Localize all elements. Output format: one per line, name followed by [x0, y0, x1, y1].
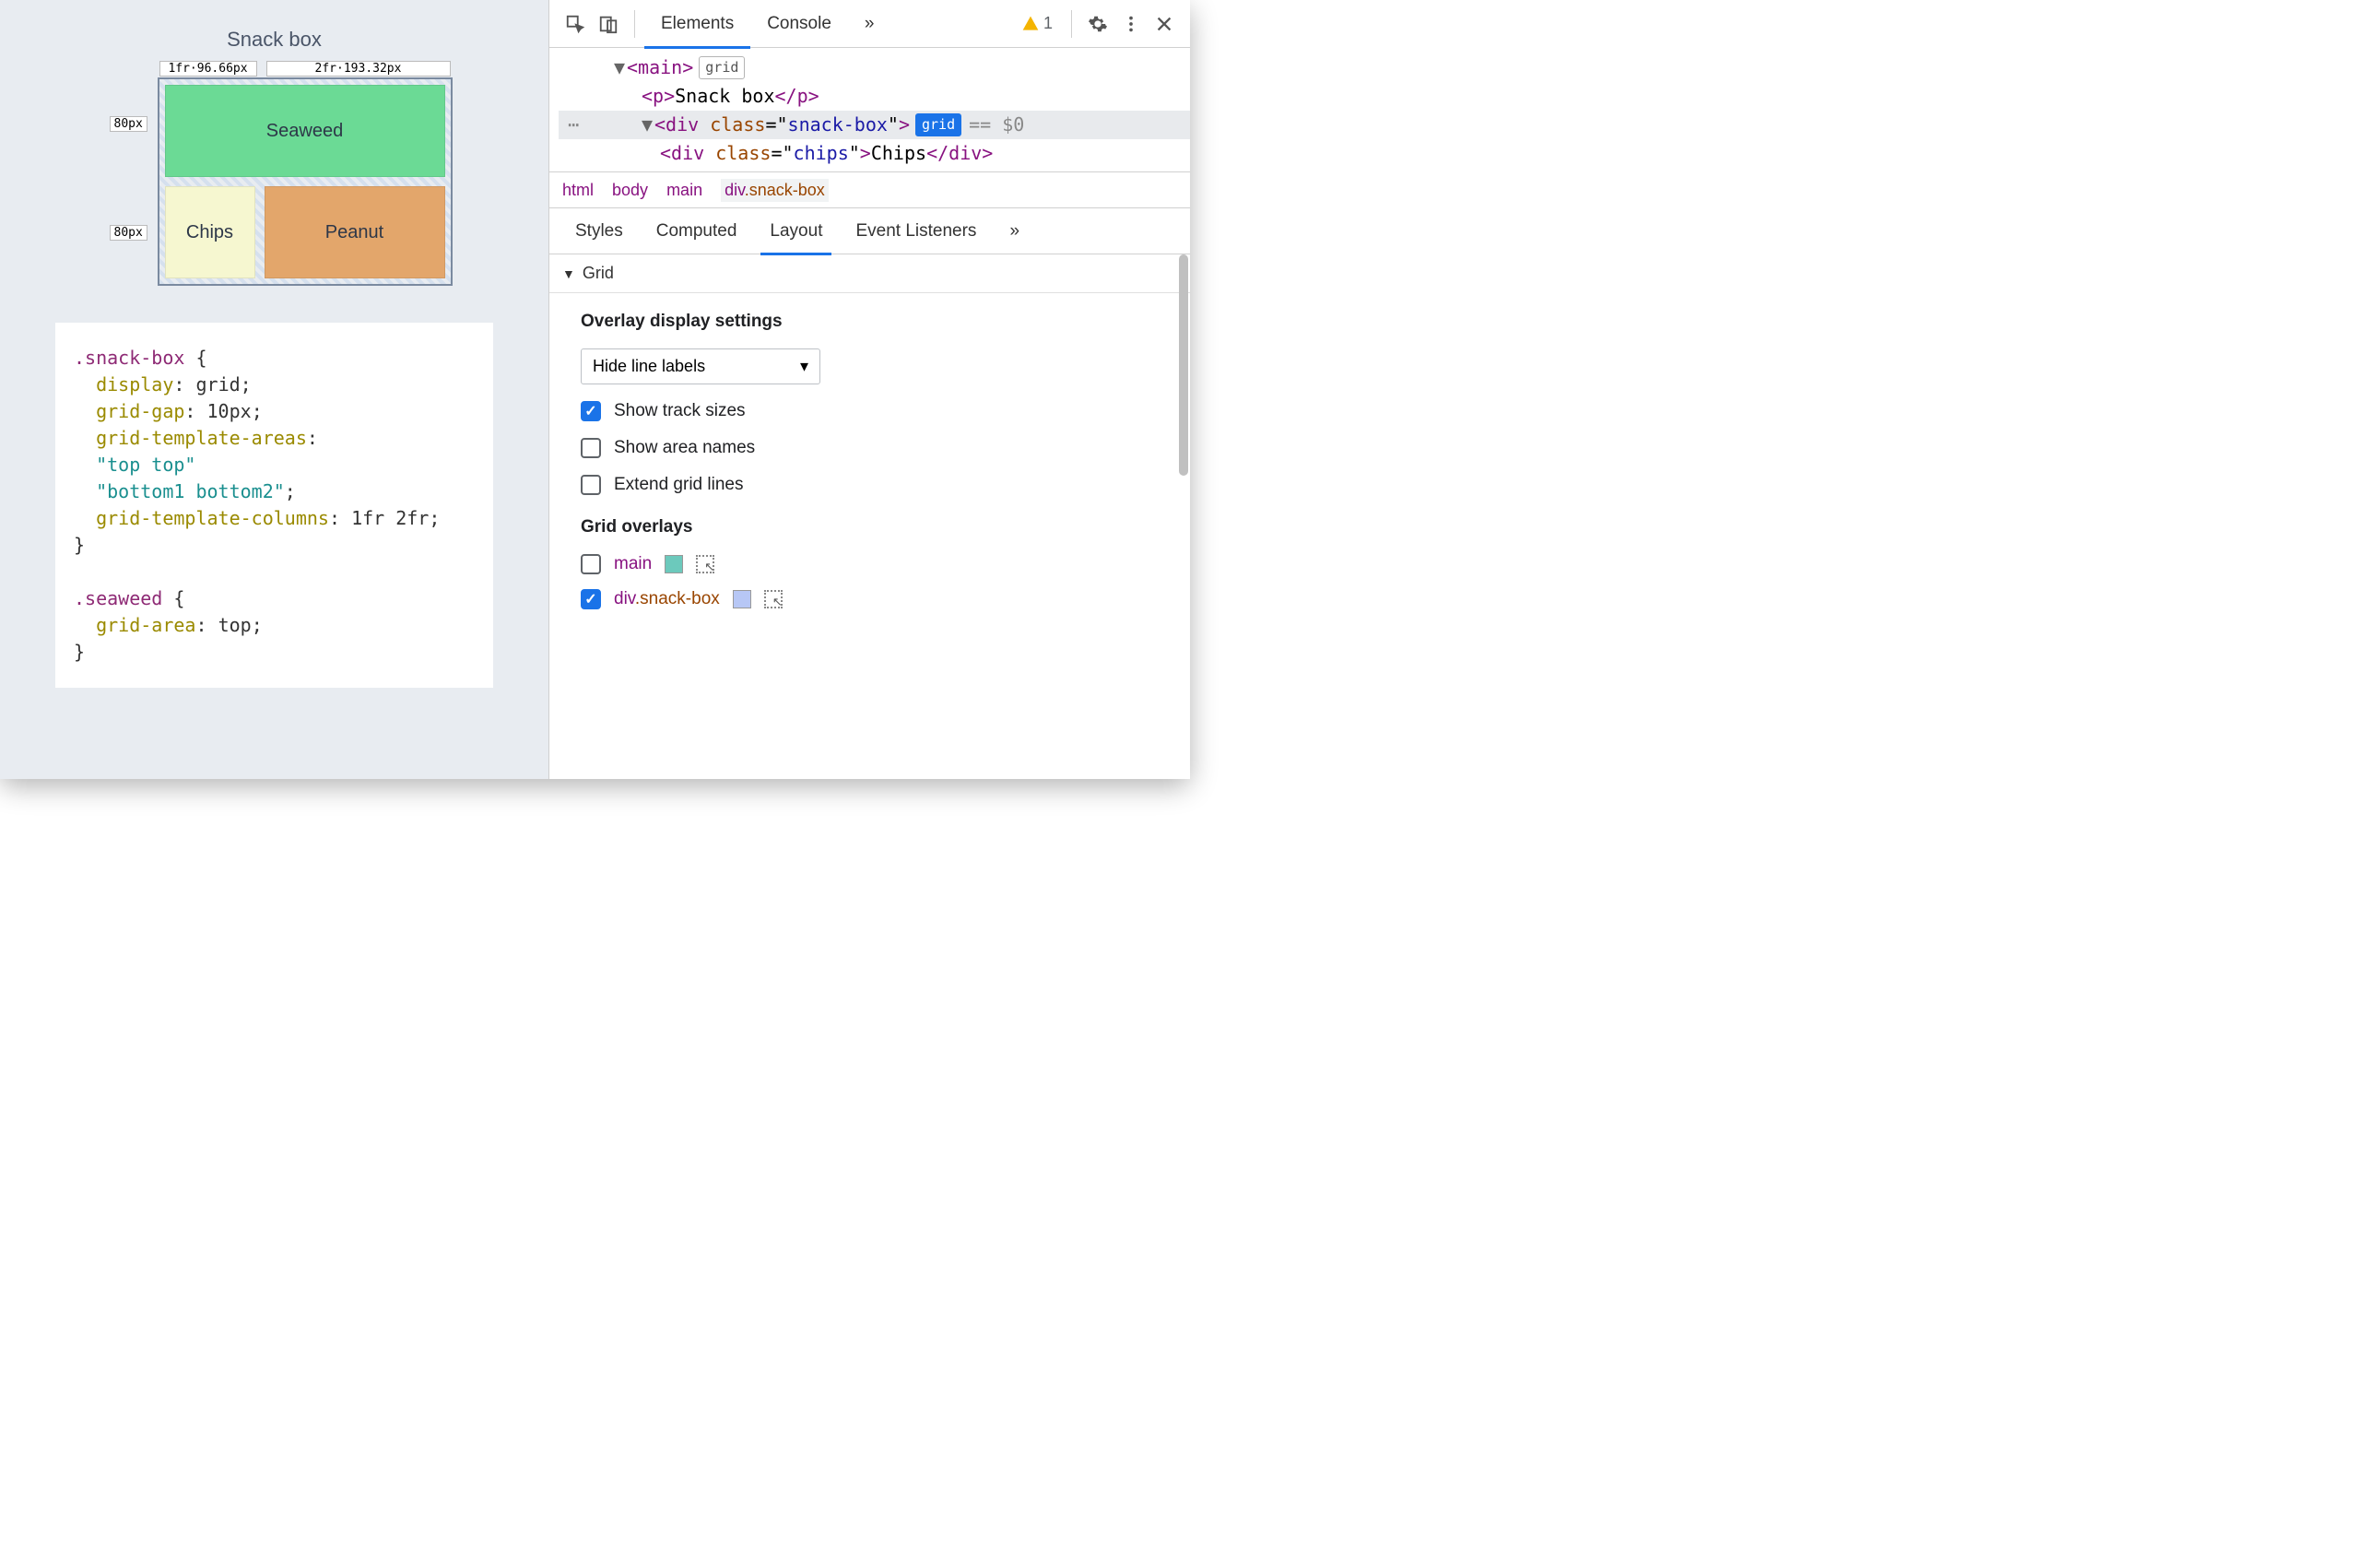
- column-track-labels: 1fr·96.66px 2fr·193.32px: [159, 61, 451, 77]
- overlay-settings-heading: Overlay display settings: [581, 312, 1159, 332]
- styles-sub-tabs: Styles Computed Layout Event Listeners »: [549, 208, 1190, 254]
- bc-html[interactable]: html: [562, 181, 594, 200]
- cell-chips: Chips: [165, 186, 255, 278]
- devtools-panel: Elements Console » 1 ▼<main>grid <p>Snac…: [548, 0, 1190, 779]
- check-extend-lines-row: Extend grid lines: [581, 475, 1159, 495]
- overlay-snack-name[interactable]: div.snack-box: [614, 589, 720, 609]
- grid-section-label: Grid: [583, 264, 614, 283]
- cell-peanut: Peanut: [265, 186, 445, 278]
- locate-icon[interactable]: [696, 555, 714, 573]
- overlay-snack-color[interactable]: [733, 590, 751, 608]
- grid-overlays-heading: Grid overlays: [581, 517, 1159, 537]
- check-extend-lines-label: Extend grid lines: [614, 475, 743, 495]
- line-labels-select[interactable]: Hide line labels ▾: [581, 348, 820, 384]
- row-label-2: 80px: [110, 225, 147, 241]
- css-source: .snack-box { display: grid; grid-gap: 10…: [55, 323, 493, 688]
- overlay-main-check[interactable]: [581, 554, 601, 574]
- dom-node-chips[interactable]: <div class="chips">Chips</div>: [559, 139, 1190, 168]
- grid-visualization: 1fr·96.66px 2fr·193.32px 80px 80px Seawe…: [113, 77, 436, 286]
- check-area-names[interactable]: [581, 438, 601, 458]
- gear-icon[interactable]: [1081, 7, 1114, 41]
- overlay-main-color[interactable]: [665, 555, 683, 573]
- warning-icon: [1021, 15, 1040, 33]
- check-track-sizes-row: Show track sizes: [581, 401, 1159, 421]
- ellipsis-icon[interactable]: ⋯: [568, 111, 581, 139]
- sub-tab-computed[interactable]: Computed: [640, 208, 754, 254]
- tab-console[interactable]: Console: [750, 0, 848, 48]
- locate-icon[interactable]: [764, 590, 783, 608]
- device-toggle-icon[interactable]: [592, 7, 625, 41]
- sub-tab-styles[interactable]: Styles: [559, 208, 640, 254]
- layout-panel: ▼ Grid Overlay display settings Hide lin…: [549, 254, 1190, 779]
- dom-tree[interactable]: ▼<main>grid <p>Snack box</p> ⋯▼<div clas…: [549, 48, 1190, 171]
- bc-main[interactable]: main: [666, 181, 702, 200]
- overlay-main-row: main: [581, 554, 1159, 574]
- col-label-1: 1fr·96.66px: [159, 61, 257, 77]
- overlay-main-name[interactable]: main: [614, 554, 652, 574]
- scrollbar[interactable]: [1179, 254, 1188, 476]
- dom-node-snack-box[interactable]: ⋯▼<div class="snack-box">grid== $0: [559, 111, 1190, 139]
- tab-more[interactable]: »: [848, 0, 891, 48]
- check-area-names-label: Show area names: [614, 438, 755, 458]
- disclosure-triangle-icon: ▼: [562, 266, 575, 281]
- check-track-sizes-label: Show track sizes: [614, 401, 746, 421]
- page-title: Snack box: [55, 28, 493, 52]
- warning-count: 1: [1043, 14, 1053, 33]
- separator: [634, 10, 635, 38]
- sub-tab-layout[interactable]: Layout: [753, 208, 839, 254]
- tab-elements[interactable]: Elements: [644, 0, 750, 48]
- overlay-snack-check[interactable]: [581, 589, 601, 609]
- dom-node-p[interactable]: <p>Snack box</p>: [559, 82, 1190, 111]
- cell-seaweed: Seaweed: [165, 85, 445, 177]
- check-track-sizes[interactable]: [581, 401, 601, 421]
- kebab-icon[interactable]: [1114, 7, 1148, 41]
- grid-badge-active[interactable]: grid: [915, 113, 961, 136]
- row-label-1: 80px: [110, 116, 147, 132]
- warning-badge[interactable]: 1: [1021, 14, 1053, 33]
- chevron-down-icon: ▾: [800, 357, 808, 376]
- rendered-page: Snack box 1fr·96.66px 2fr·193.32px 80px …: [0, 0, 548, 779]
- snack-box-grid: Seaweed Chips Peanut: [158, 77, 453, 286]
- check-area-names-row: Show area names: [581, 438, 1159, 458]
- col-label-2: 2fr·193.32px: [266, 61, 451, 77]
- close-icon[interactable]: [1148, 7, 1181, 41]
- check-extend-lines[interactable]: [581, 475, 601, 495]
- grid-badge[interactable]: grid: [699, 56, 745, 79]
- grid-section-header[interactable]: ▼ Grid: [549, 254, 1190, 293]
- bc-snack-box[interactable]: div.snack-box: [721, 179, 829, 202]
- bc-body[interactable]: body: [612, 181, 648, 200]
- overlay-snack-row: div.snack-box: [581, 589, 1159, 609]
- devtools-toolbar: Elements Console » 1: [549, 0, 1190, 48]
- inspect-icon[interactable]: [559, 7, 592, 41]
- sub-tab-event-listeners[interactable]: Event Listeners: [839, 208, 993, 254]
- dom-node-main[interactable]: ▼<main>grid: [559, 53, 1190, 82]
- separator: [1071, 10, 1072, 38]
- sub-tab-more[interactable]: »: [993, 208, 1036, 254]
- breadcrumb: html body main div.snack-box: [549, 171, 1190, 208]
